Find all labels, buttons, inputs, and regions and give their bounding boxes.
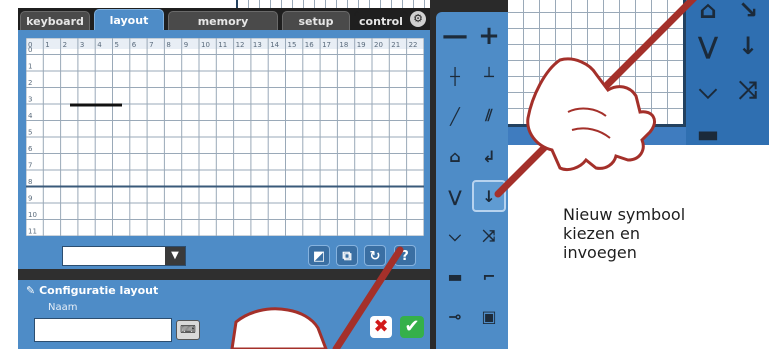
grid-column-number: 12: [236, 41, 245, 49]
grid-column-number: 21: [391, 41, 400, 49]
zoomed-tool-palette: ⌂ ↘ ⋁ ↓ ⌵ ⤨ ▬: [686, 0, 769, 148]
layout-pane: 0 1 2 3 4 5 6 7 8 9 10 11 12 13 14 15 16 17 18 19 20 21 22 0 1 2 3…: [18, 30, 430, 269]
layout-grid[interactable]: 0 1 2 3 4 5 6 7 8 9 10 11 12 13 14 15 16 17 18 19 20 21 22 0 1 2 3…: [26, 38, 424, 236]
grid-column-number: 9: [184, 41, 188, 49]
symbol-palette: — + ┼ ┴ ╱ ⫽ ⌂ ↲ ⋁ ↓ ⌵ ⤨ ▬ ⌐ ⊸ ▣: [430, 0, 508, 349]
tab-control[interactable]: control: [354, 11, 408, 30]
grid-column-number: 13: [253, 41, 262, 49]
zoomed-signal-icon: ⌂: [699, 0, 717, 24]
switch-right-icon[interactable]: ↓: [472, 180, 506, 212]
zoomed-curve-icon: ↘: [737, 0, 759, 24]
diagonal-track-icon[interactable]: ╱: [438, 100, 472, 132]
eraser-icon: ◩: [312, 249, 326, 264]
grid-column-number: 8: [166, 41, 170, 49]
keyboard-icon: ⌨: [180, 323, 196, 336]
switch-left-icon[interactable]: ⋁: [438, 180, 472, 212]
zoomed-switch-right-icon: ↓: [737, 32, 759, 60]
caption-line-1: Nieuw symbool: [563, 205, 686, 224]
tab-setup[interactable]: setup: [282, 11, 350, 30]
zoomed-switch-left-icon: ⋁: [697, 32, 719, 60]
plus-icon[interactable]: +: [472, 20, 506, 52]
grid-column-number: 6: [132, 41, 137, 49]
v-track-icon[interactable]: ⌵: [438, 220, 472, 252]
step-track-icon[interactable]: ⌐: [472, 260, 506, 292]
signal-icon[interactable]: ▬: [438, 260, 472, 292]
grid-column-number: 22: [409, 41, 418, 49]
tab-keyboard[interactable]: keyboard: [20, 11, 90, 30]
grid-row-number: 8: [28, 178, 32, 186]
grid-row-number: 4: [28, 112, 33, 120]
grid-column-number: 4: [97, 41, 102, 49]
grid-row-number: 3: [28, 96, 32, 104]
keyboard-button[interactable]: ⌨: [176, 320, 200, 340]
config-title: ✎ Configuratie layout: [26, 284, 158, 297]
config-title-text: Configuratie layout: [39, 284, 159, 297]
grid-column-number: 14: [270, 41, 279, 49]
layout-select[interactable]: ▼: [62, 246, 186, 266]
locomotive-icon[interactable]: ▣: [472, 300, 506, 332]
minus-icon[interactable]: —: [438, 20, 472, 52]
zoomed-crossover-icon: ⤨: [738, 76, 758, 104]
grid-row-number: 10: [28, 211, 37, 219]
grid-row-number: 7: [28, 162, 32, 170]
tab-memory[interactable]: memory: [168, 11, 278, 30]
grid-column-number: 16: [305, 41, 314, 49]
check-icon: ✔: [404, 316, 420, 337]
double-diagonal-icon[interactable]: ⫽: [472, 100, 506, 132]
caption-line-3: invoegen: [563, 243, 637, 262]
confirm-button[interactable]: ✔: [400, 316, 424, 338]
grid-column-number: 20: [374, 41, 383, 49]
curve-down-icon[interactable]: ↲: [472, 140, 506, 172]
grid-column-number: 5: [115, 41, 119, 49]
grid-column-number: 7: [149, 41, 153, 49]
grid-row-number: 0: [28, 46, 32, 54]
copy-icon: ⧉: [342, 249, 352, 264]
crossover-icon[interactable]: ⤨: [472, 220, 506, 252]
grid-row-number: 9: [28, 195, 32, 203]
zoomed-v-track-icon: ⌵: [698, 76, 718, 104]
name-label: Naam: [48, 302, 78, 313]
grid-column-number: 10: [201, 41, 210, 49]
help-button[interactable]: ?: [394, 245, 416, 266]
rotate-button[interactable]: ↻: [364, 245, 386, 266]
cross-track-icon[interactable]: ┼: [438, 60, 472, 92]
grid-column-number: 3: [80, 41, 84, 49]
rotate-icon: ↻: [369, 249, 381, 264]
name-input[interactable]: [34, 318, 172, 342]
cancel-button[interactable]: ✖: [370, 316, 392, 338]
zoomed-palette-panel: ⌂ ↘ ⋁ ↓ ⌵ ⤨ ▬: [508, 0, 769, 148]
layout-grid-canvas[interactable]: 0 1 2 3 4 5 6 7 8 9 10 11 12 13 14 15 16 17 18 19 20 21 220123…: [26, 38, 424, 236]
buffer-icon[interactable]: ⊸: [438, 300, 472, 332]
wrench-icon: ✎: [26, 284, 36, 297]
grid-column-number: 18: [339, 41, 348, 49]
caption: Nieuw symbool kiezen en invoegen: [563, 205, 743, 262]
grid-column-number: 1: [45, 41, 49, 49]
layout-editor-window: keyboard layout memory setup control ⚙ 0…: [18, 8, 430, 349]
grid-column-number: 11: [218, 41, 227, 49]
grid-column-number: 19: [357, 41, 366, 49]
copy-button[interactable]: ⧉: [336, 245, 358, 266]
end-track-icon[interactable]: ┴: [472, 60, 506, 92]
close-icon: ✖: [373, 316, 389, 337]
chevron-down-icon[interactable]: ▼: [165, 247, 185, 265]
grid-column-number: 17: [322, 41, 331, 49]
zoomed-signal-bar-icon: ▬: [696, 120, 720, 148]
caption-line-2: kiezen en: [563, 224, 641, 243]
tunnel-icon[interactable]: ⌂: [438, 140, 472, 172]
gear-icon[interactable]: ⚙: [410, 11, 426, 27]
tab-layout[interactable]: layout: [94, 9, 164, 30]
eraser-button[interactable]: ◩: [308, 245, 330, 266]
grid-column-number: 15: [288, 41, 297, 49]
grid-row-number: 11: [28, 228, 37, 236]
grid-row-number: 2: [28, 79, 32, 87]
config-panel: ✎ Configuratie layout Naam ⌨ ✖ ✔: [18, 276, 430, 349]
grid-row-number: 5: [28, 129, 32, 137]
tab-bar: keyboard layout memory setup control ⚙: [18, 8, 430, 30]
grid-toolbar: ▼ ◩ ⧉ ↻ ?: [18, 242, 430, 269]
symbol-palette-body: — + ┼ ┴ ╱ ⫽ ⌂ ↲ ⋁ ↓ ⌵ ⤨ ▬ ⌐ ⊸ ▣: [436, 12, 508, 349]
grid-row-number: 1: [28, 63, 32, 71]
zoomed-layout-grid: [508, 0, 686, 127]
grid-column-number: 2: [63, 41, 67, 49]
grid-row-number: 6: [28, 145, 33, 153]
